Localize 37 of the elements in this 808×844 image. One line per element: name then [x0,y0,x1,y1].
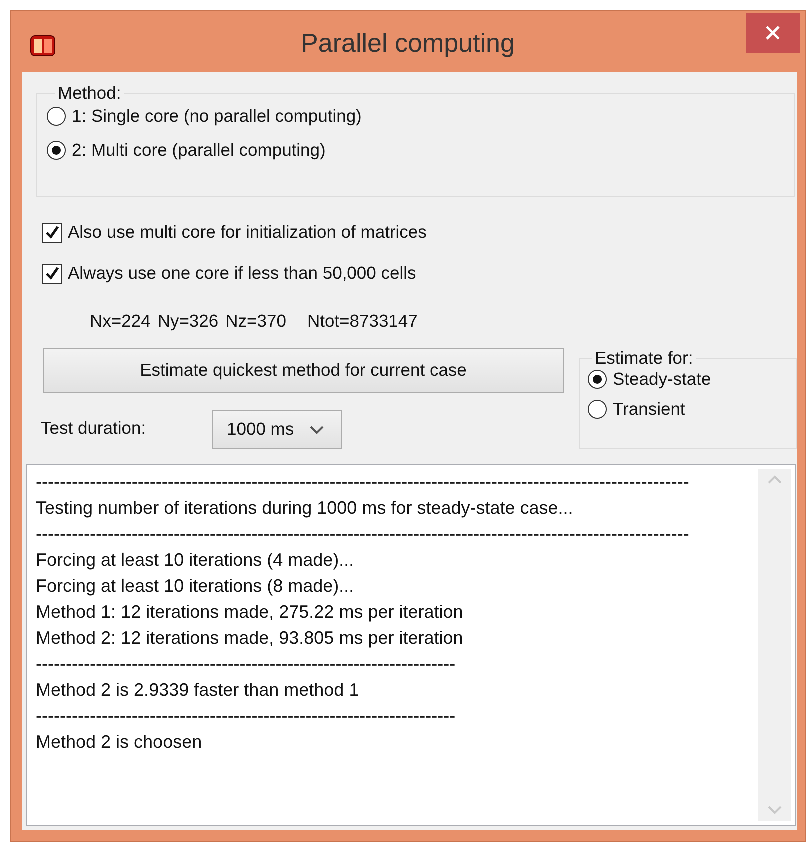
field-label: Test duration: [41,418,146,439]
radio-label[interactable]: 1: Single core (no parallel computing) [72,106,362,127]
log-line: ------------------------------------------------------------------------------------------------------------- [36,523,690,546]
chevron-down-icon [310,424,324,434]
group-label: Method: [57,83,122,104]
close-icon [766,26,780,40]
log-line: Method 2 is 2.9339 faster than method 1 [36,679,360,702]
radio-label[interactable]: Steady-state [613,369,712,390]
checkbox[interactable] [42,264,62,284]
estimate-button[interactable]: Estimate quickest method for current case [43,348,564,393]
log-line: Method 2: 12 iterations made, 93.805 ms per iteration [36,627,464,650]
radio-button[interactable] [588,370,607,389]
radio-button[interactable] [47,141,66,160]
grid-size-text: Nx=224 [90,311,151,332]
close-button[interactable] [746,13,800,53]
radio-button[interactable] [588,400,607,419]
log-line: ------------------------------------------------------------------------------------------------------------- [36,471,690,494]
log-line: Testing number of iterations during 1000 ms for steady-state case... [36,497,574,520]
log-line: Method 2 is choosen [36,731,204,754]
window-title: Parallel computing [300,28,516,59]
log-line: ---------------------------------------------------------------------- [36,705,457,728]
log-line: Forcing at least 10 iterations (4 made)... [36,549,356,572]
log-line: ---------------------------------------------------------------------- [36,653,457,676]
log-line: Forcing at least 10 iterations (8 made)... [36,575,356,598]
duration-dropdown[interactable]: 1000 ms [212,410,342,449]
app-logo-icon [30,33,56,57]
checkbox[interactable] [42,222,62,242]
grid-size-text: Ntot=8733147 [307,311,418,332]
radio-label[interactable]: 2: Multi core (parallel computing) [72,140,326,161]
group-label: Estimate for: [594,348,694,369]
grid-size-text: Nz=370 [226,311,286,332]
log-line: Method 1: 12 iterations made, 275.22 ms per iteration [36,601,464,624]
grid-size-text: Ny=326 [158,311,219,332]
checkbox-label[interactable]: Also use multi core for initialization of matrices [68,222,427,243]
radio-label[interactable]: Transient [613,399,686,420]
radio-button[interactable] [47,107,66,126]
checkbox-label[interactable]: Always use one core if less than 50,000 cells [68,263,416,284]
